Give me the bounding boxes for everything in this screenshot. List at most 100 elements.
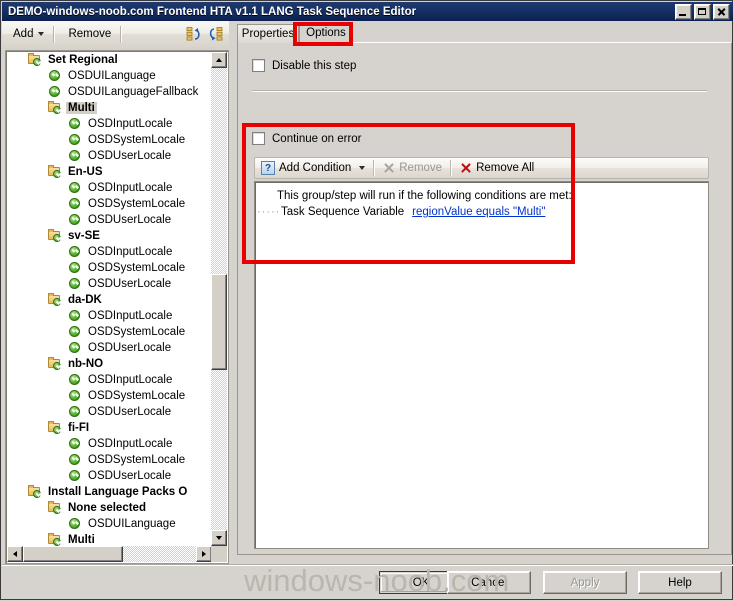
tree-item[interactable]: OSDUserLocale — [7, 276, 212, 292]
tree-item[interactable]: OSDInputLocale — [7, 180, 212, 196]
apply-button[interactable]: Apply — [543, 571, 627, 594]
tree-item[interactable]: OSDSystemLocale — [7, 452, 212, 468]
add-condition-button[interactable]: ? Add Condition — [255, 158, 371, 178]
condition-item-prefix: Task Sequence Variable — [281, 206, 405, 218]
continue-on-error-row[interactable]: Continue on error — [252, 132, 362, 145]
tree-item-label: OSDUILanguage — [88, 518, 176, 530]
tree-item-label: OSDSystemLocale — [88, 326, 186, 338]
step-check-icon — [67, 309, 83, 323]
add-condition-label: Add Condition — [279, 162, 352, 174]
folder-icon — [47, 357, 63, 371]
step-check-icon — [67, 373, 83, 387]
tree-item-label: OSDInputLocale — [88, 246, 173, 258]
remove-all-label: Remove All — [476, 162, 535, 174]
tree-item[interactable]: OSDUserLocale — [7, 404, 212, 420]
step-check-icon — [67, 213, 83, 227]
step-check-icon — [67, 341, 83, 355]
folder-icon — [47, 229, 63, 243]
add-button[interactable]: Add — [6, 26, 51, 42]
tree-item[interactable]: OSDUserLocale — [7, 468, 212, 484]
bottom-divider — [2, 564, 733, 566]
tree-item[interactable]: Multi — [7, 532, 212, 546]
tree-item[interactable]: da-DK — [7, 292, 212, 308]
tree-item[interactable]: OSDSystemLocale — [7, 196, 212, 212]
title-bar: DEMO-windows-noob.com Frontend HTA v1.1 … — [2, 2, 733, 21]
tree-item[interactable]: OSDInputLocale — [7, 308, 212, 324]
tree-item[interactable]: OSDInputLocale — [7, 116, 212, 132]
tree-item[interactable]: En-US — [7, 164, 212, 180]
tree-item[interactable]: OSDSystemLocale — [7, 260, 212, 276]
remove-condition-label: Remove — [399, 162, 443, 174]
remove-x-icon — [383, 162, 395, 174]
tree-item[interactable]: OSDSystemLocale — [7, 132, 212, 148]
scroll-up-button[interactable] — [211, 52, 227, 68]
tab-options[interactable]: Options — [299, 22, 353, 43]
window-controls — [675, 4, 730, 20]
tree-item-label: nb-NO — [68, 358, 104, 370]
tree-item[interactable]: fi-FI — [7, 420, 212, 436]
folder-icon — [47, 165, 63, 179]
condition-toolbar-separator-2 — [450, 160, 453, 176]
expand-all-icon[interactable] — [208, 26, 225, 43]
remove-all-conditions-button[interactable]: Remove All — [454, 158, 540, 178]
tree-item[interactable]: Install Language Packs O — [7, 484, 212, 500]
maximize-button[interactable] — [694, 4, 711, 20]
step-check-icon — [47, 69, 63, 83]
tree-vertical-scrollbar[interactable] — [211, 52, 227, 546]
tree-item-label: OSDUserLocale — [88, 406, 172, 418]
help-button[interactable]: Help — [638, 571, 722, 594]
tree-item[interactable]: OSDUserLocale — [7, 340, 212, 356]
horizontal-scroll-thumb[interactable] — [23, 546, 123, 562]
tree-item[interactable]: OSDSystemLocale — [7, 324, 212, 340]
close-button[interactable] — [713, 4, 730, 20]
tree-item[interactable]: OSDUserLocale — [7, 148, 212, 164]
folder-icon — [47, 293, 63, 307]
tree-item[interactable]: sv-SE — [7, 228, 212, 244]
tree-item[interactable]: OSDUILanguage — [7, 516, 212, 532]
tree-item-label: OSDSystemLocale — [88, 454, 186, 466]
tree-item-label: OSDSystemLocale — [88, 262, 186, 274]
condition-item-link[interactable]: regionValue equals "Multi" — [412, 206, 545, 218]
remove-button[interactable]: Remove — [61, 26, 118, 42]
tree-item[interactable]: Set Regional — [7, 52, 212, 68]
cancel-button[interactable]: Cancel — [447, 571, 531, 594]
tree-item[interactable]: OSDUILanguageFallback — [7, 84, 212, 100]
collapse-all-icon[interactable] — [186, 26, 203, 43]
tree-item-label: Multi — [66, 102, 97, 114]
tree-item[interactable]: OSDSystemLocale — [7, 388, 212, 404]
condition-list[interactable]: This group/step will run if the followin… — [254, 181, 709, 549]
continue-on-error-checkbox[interactable] — [252, 132, 265, 145]
disable-step-row[interactable]: Disable this step — [252, 59, 356, 72]
disable-step-label: Disable this step — [272, 59, 357, 72]
scroll-down-button[interactable] — [211, 530, 227, 546]
tree-item[interactable]: OSDInputLocale — [7, 244, 212, 260]
minimize-button[interactable] — [675, 4, 692, 20]
task-sequence-tree[interactable]: Set Regional OSDUILanguage OSDUILanguageFa… — [7, 52, 212, 546]
step-check-icon — [67, 325, 83, 339]
tree-item[interactable]: nb-NO — [7, 356, 212, 372]
scroll-right-button[interactable] — [196, 546, 212, 562]
chevron-down-icon — [38, 32, 45, 36]
tree-item[interactable]: OSDUILanguage — [7, 68, 212, 84]
tree-item[interactable]: Multi — [7, 100, 212, 116]
disable-step-checkbox[interactable] — [252, 59, 265, 72]
scroll-left-button[interactable] — [7, 546, 23, 562]
task-sequence-tree-panel: Set Regional OSDUILanguage OSDUILanguageFa… — [5, 50, 229, 564]
tree-item-label: Multi — [68, 534, 95, 546]
tree-item[interactable]: None selected — [7, 500, 212, 516]
tab-properties[interactable]: Properties — [237, 24, 299, 43]
help-button-label: Help — [668, 576, 692, 589]
remove-condition-button[interactable]: Remove — [377, 158, 448, 178]
tree-item[interactable]: OSDUserLocale — [7, 212, 212, 228]
step-check-icon — [67, 453, 83, 467]
editor-toolbar: Add Remove — [2, 21, 229, 47]
tree-item-label: Install Language Packs O — [48, 486, 188, 498]
vertical-scroll-thumb[interactable] — [211, 274, 227, 370]
step-check-icon — [67, 197, 83, 211]
tree-item-label: OSDUILanguageFallback — [68, 86, 199, 98]
tree-item[interactable]: OSDInputLocale — [7, 436, 212, 452]
tree-horizontal-scrollbar[interactable] — [7, 546, 212, 562]
tree-item[interactable]: OSDInputLocale — [7, 372, 212, 388]
tree-item-label: OSDInputLocale — [88, 310, 173, 322]
condition-list-item[interactable]: ····· Task Sequence Variable regionValue… — [255, 204, 708, 220]
